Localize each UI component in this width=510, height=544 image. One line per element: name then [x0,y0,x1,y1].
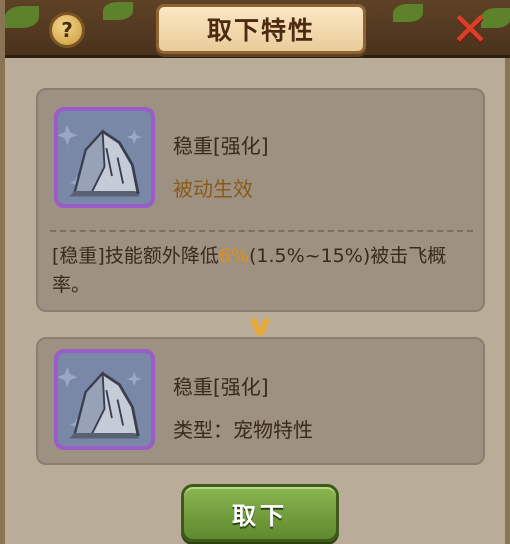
take-off-button[interactable]: 取下 [181,484,339,542]
trait-description: [稳重]技能额外降低6%(1.5%~15%)被击飞概率。 [52,242,477,300]
vine-leaf-decoration [393,4,423,22]
trait-effect: 被动生效 [173,177,253,201]
page-title: 取下特性 [206,16,315,45]
trait-icon-frame [54,107,155,208]
chevron-down-icon: ∨ [244,309,276,342]
vine-leaf-decoration [103,2,133,20]
close-button[interactable]: ✕ [445,2,495,56]
question-mark-icon: ? [61,18,73,42]
trait-icon-frame [54,349,155,450]
title-plate: 取下特性 [156,4,366,54]
vine-leaf-decoration [5,6,39,28]
help-button[interactable]: ? [49,12,85,48]
description-highlight-value: 6% [218,245,249,267]
result-trait-card: 稳重[强化] 类型：宠物特性 [36,337,485,465]
trait-name: 稳重[强化] [173,134,269,158]
rock-trait-icon [58,111,151,204]
close-icon: ✕ [450,2,490,56]
dialog-frame: ? 取下特性 ✕ 稳重[强化] 被动生效 [稳重]技能额外降低6%(1.5%~1… [0,0,510,544]
rock-trait-icon [58,353,151,446]
trait-type: 类型：宠物特性 [173,418,313,442]
equipped-trait-card: 稳重[强化] 被动生效 [稳重]技能额外降低6%(1.5%~15%)被击飞概率。 [36,88,485,312]
take-off-label: 取下 [232,501,288,530]
description-prefix: [稳重]技能额外降低 [52,245,219,267]
trait-name: 稳重[强化] [173,375,269,399]
dashed-divider [50,230,473,232]
